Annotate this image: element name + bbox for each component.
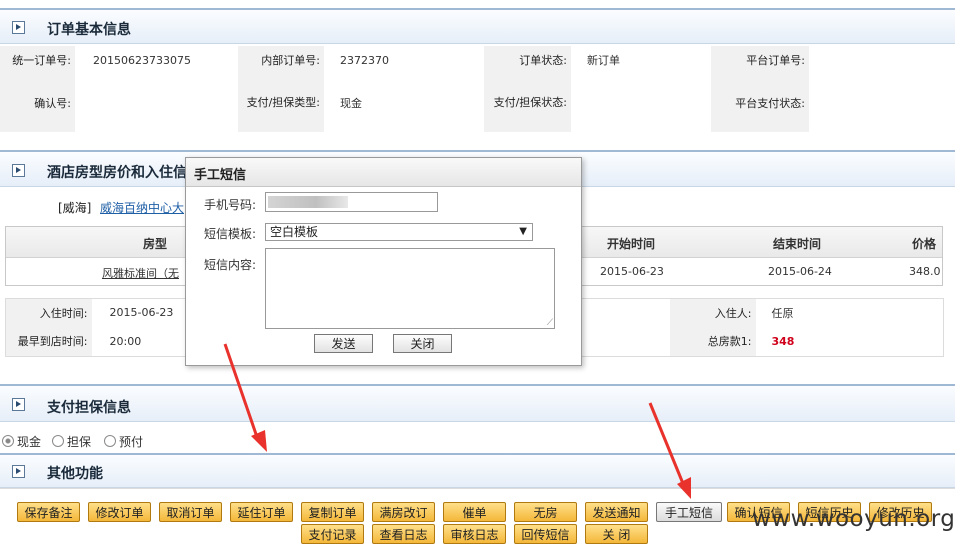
internal-order-no-label: 内部订单号: xyxy=(238,46,324,74)
checkin-label: 入住时间: xyxy=(5,298,92,327)
order-status: 新订单 xyxy=(571,46,711,74)
platform-order-no-label: 平台订单号: xyxy=(711,46,809,74)
copy-order-button[interactable]: 复制订单 xyxy=(301,502,364,522)
order-info-table: 统一订单号: 20150623733075 内部订单号: 2372370 订单状… xyxy=(0,46,955,132)
no-room-button[interactable]: 无房 xyxy=(514,502,577,522)
dialog-close-button[interactable]: 关闭 xyxy=(393,334,452,353)
expand-arrow-icon[interactable] xyxy=(12,21,25,34)
payment-radio-prepay[interactable]: 预付 xyxy=(104,433,143,450)
section-header-other[interactable]: 其他功能 xyxy=(0,453,955,488)
extend-order-button[interactable]: 延住订单 xyxy=(230,502,293,522)
pay-status xyxy=(571,74,711,132)
radio-selected-icon[interactable] xyxy=(2,435,14,447)
pay-type-label: 支付/担保类型: xyxy=(238,74,324,132)
section-title-hotel-room: 酒店房型房价和入住信 xyxy=(47,165,187,181)
radio-icon[interactable] xyxy=(104,435,116,447)
confirm-no xyxy=(75,74,238,132)
platform-pay-status-label: 平台支付状态: xyxy=(711,74,809,132)
edit-order-button[interactable]: 修改订单 xyxy=(88,502,151,522)
dialog-title-bar[interactable]: 手工短信 xyxy=(186,158,581,187)
checkin-time: 2015-06-23 xyxy=(91,298,190,327)
expand-arrow-icon[interactable] xyxy=(12,465,25,478)
phone-redaction xyxy=(268,196,348,208)
header-price: 价格 xyxy=(912,237,937,251)
resize-grip-icon[interactable]: ⟋ xyxy=(547,318,553,328)
save-note-button[interactable]: 保存备注 xyxy=(17,502,80,522)
phone-label: 手机号码: xyxy=(204,198,257,212)
section-title-payment: 支付担保信息 xyxy=(47,400,131,416)
payment-radio-guarantee[interactable]: 担保 xyxy=(52,433,91,450)
dialog-title: 手工短信 xyxy=(194,168,247,183)
sms-content-label: 短信内容: xyxy=(204,258,257,272)
sms-template-select[interactable]: 空白模板 ▼ xyxy=(265,223,533,241)
full-room-change-button[interactable]: 满房改订 xyxy=(372,502,435,522)
guest-label: 入住人: xyxy=(669,298,756,327)
hotel-city: [威海] xyxy=(58,201,92,215)
phone-input[interactable] xyxy=(265,192,438,212)
hotel-name-link[interactable]: 威海百纳中心大 xyxy=(100,199,184,216)
manual-sms-dialog: 手工短信 手机号码: 短信模板: 空白模板 ▼ 短信内容: ⟋ 发送 关闭 xyxy=(185,157,582,366)
payment-record-button[interactable]: 支付记录 xyxy=(301,524,364,544)
header-room-type: 房型 xyxy=(143,237,168,251)
section-header-order-basic[interactable]: 订单基本信息 xyxy=(0,8,955,44)
confirm-no-label: 确认号: xyxy=(0,74,75,132)
room-end-time: 2015-06-24 xyxy=(768,265,832,278)
platform-pay-status xyxy=(809,74,955,132)
arrive-time: 20:00 xyxy=(91,326,190,357)
section-title-order-basic: 订单基本信息 xyxy=(47,22,131,38)
radio-icon[interactable] xyxy=(52,435,64,447)
dropdown-arrow-icon[interactable]: ▼ xyxy=(519,224,527,240)
pay-type: 现金 xyxy=(324,74,484,132)
sms-template-value: 空白模板 xyxy=(270,225,319,239)
room-start-time: 2015-06-23 xyxy=(600,265,664,278)
room-price: 348.0 xyxy=(909,265,941,278)
section-title-other: 其他功能 xyxy=(47,466,103,482)
expand-arrow-icon[interactable] xyxy=(12,164,25,177)
total-label: 总房款1: xyxy=(669,326,756,357)
header-end-time: 结束时间 xyxy=(773,237,822,251)
close-button[interactable]: 关 闭 xyxy=(585,524,648,544)
unified-order-no: 20150623733075 xyxy=(75,46,238,74)
arrive-time-label: 最早到店时间: xyxy=(5,326,92,357)
send-notice-button[interactable]: 发送通知 xyxy=(585,502,648,522)
audit-log-button[interactable]: 审核日志 xyxy=(443,524,506,544)
section-header-payment[interactable]: 支付担保信息 xyxy=(0,384,955,422)
room-type-link[interactable]: 风雅标准间（无 xyxy=(102,265,179,281)
payment-radio-cash[interactable]: 现金 xyxy=(2,433,41,450)
guest-name: 任原 xyxy=(755,298,944,327)
manual-sms-button[interactable]: 手工短信 xyxy=(656,502,722,522)
total-amount: 348 xyxy=(755,326,944,357)
order-status-label: 订单状态: xyxy=(484,46,571,74)
watermark: www.wooyun.org xyxy=(752,506,955,532)
return-sms-button[interactable]: 回传短信 xyxy=(514,524,577,544)
pay-status-label: 支付/担保状态: xyxy=(484,74,571,132)
urge-order-button[interactable]: 催单 xyxy=(443,502,506,522)
sms-content-textarea[interactable]: ⟋ xyxy=(265,248,555,329)
unified-order-no-label: 统一订单号: xyxy=(0,46,75,74)
internal-order-no: 2372370 xyxy=(324,46,484,74)
platform-order-no xyxy=(809,46,955,74)
view-log-button[interactable]: 查看日志 xyxy=(372,524,435,544)
send-button[interactable]: 发送 xyxy=(314,334,373,353)
header-start-time: 开始时间 xyxy=(607,237,656,251)
cancel-order-button[interactable]: 取消订单 xyxy=(159,502,222,522)
expand-arrow-icon[interactable] xyxy=(12,398,25,411)
sms-template-label: 短信模板: xyxy=(204,227,257,241)
